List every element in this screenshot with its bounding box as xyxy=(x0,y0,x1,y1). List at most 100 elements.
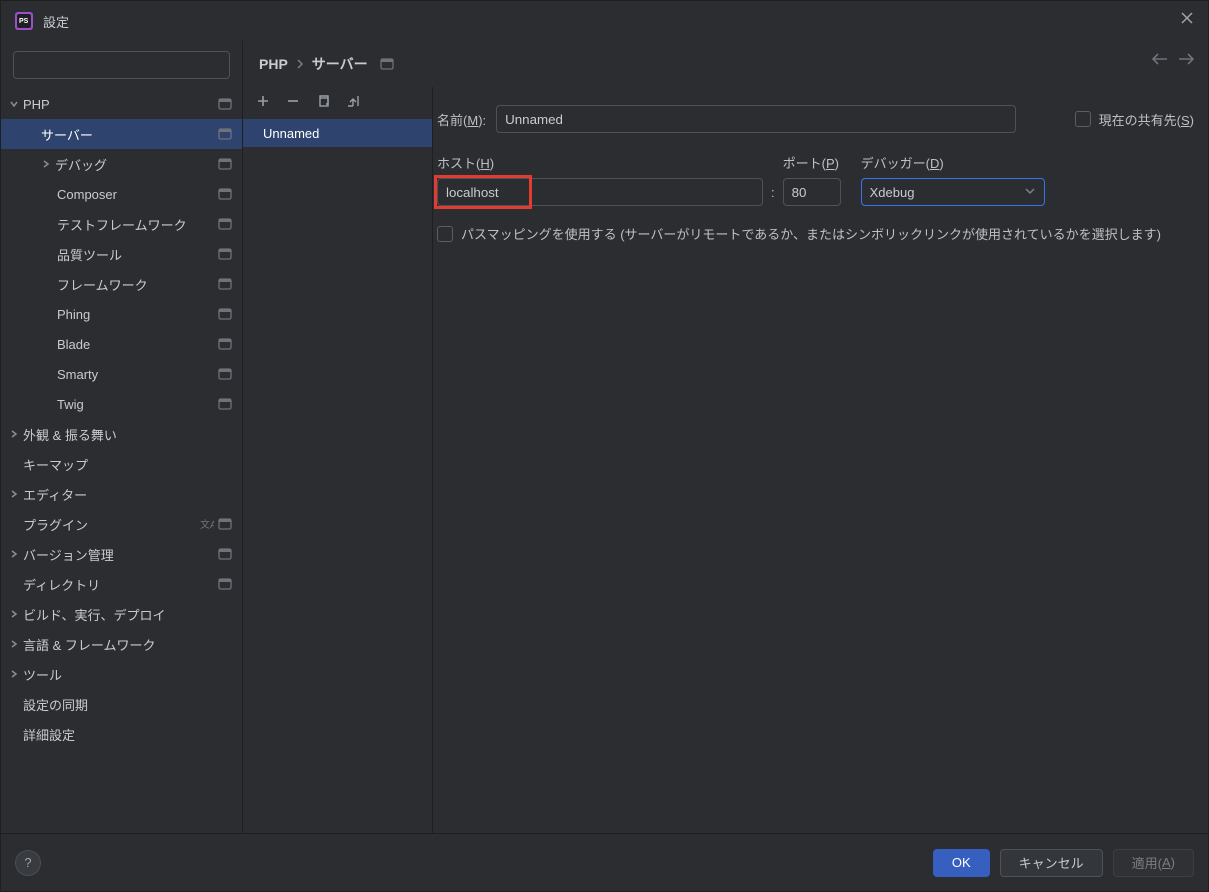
window-title: 設定 xyxy=(43,12,69,31)
back-icon[interactable] xyxy=(1152,53,1168,65)
tree-item[interactable]: 設定の同期 xyxy=(1,689,242,719)
port-label: ポート(P) xyxy=(783,153,841,172)
debugger-select[interactable]: Xdebug xyxy=(861,178,1045,206)
host-label: ホスト(H) xyxy=(437,153,763,172)
chevron-right-icon[interactable] xyxy=(9,549,23,559)
tree-item-label: プラグイン xyxy=(23,515,196,534)
svg-text:PS: PS xyxy=(19,18,29,25)
project-scope-icon xyxy=(218,158,232,170)
project-scope-icon xyxy=(218,518,232,530)
tree-item-label: Smarty xyxy=(57,367,214,382)
tree-item-label: 外観 & 振る舞い xyxy=(23,425,232,444)
tree-item[interactable]: キーマップ xyxy=(1,449,242,479)
tree-item-label: キーマップ xyxy=(23,455,232,474)
breadcrumb: PHP サーバー xyxy=(259,54,394,74)
content-header: PHP サーバー xyxy=(243,41,1208,87)
project-scope-icon xyxy=(218,338,232,350)
nav-actions xyxy=(1152,53,1194,65)
tree-item[interactable]: ビルド、実行、デプロイ xyxy=(1,599,242,629)
svg-text:文A: 文A xyxy=(200,518,214,530)
add-icon[interactable] xyxy=(251,89,275,113)
name-label: 名前(M): xyxy=(437,110,486,129)
debugger-label: デバッガー(D) xyxy=(861,153,1045,172)
tree-item-label: ビルド、実行、デプロイ xyxy=(23,605,232,624)
cancel-button[interactable]: キャンセル xyxy=(1000,849,1103,877)
tree-item[interactable]: テストフレームワーク xyxy=(1,209,242,239)
tree-item-label: Blade xyxy=(57,337,214,352)
path-mapping-checkbox[interactable] xyxy=(437,226,453,242)
search-input[interactable] xyxy=(13,51,230,79)
port-input[interactable] xyxy=(783,178,841,206)
project-scope-icon xyxy=(218,248,232,260)
tree-item-label: エディター xyxy=(23,485,232,504)
chevron-right-icon[interactable] xyxy=(9,669,23,679)
copy-icon[interactable] xyxy=(311,89,335,113)
apply-button[interactable]: 適用(A) xyxy=(1113,849,1194,877)
tree-item[interactable]: エディター xyxy=(1,479,242,509)
tree-item[interactable]: プラグイン文A xyxy=(1,509,242,539)
chevron-down-icon xyxy=(1024,185,1036,197)
tree-item[interactable]: Phing xyxy=(1,299,242,329)
tree-item[interactable]: ディレクトリ xyxy=(1,569,242,599)
search-wrap xyxy=(1,41,242,85)
host-input[interactable] xyxy=(437,178,763,206)
forward-icon[interactable] xyxy=(1178,53,1194,65)
chevron-right-icon xyxy=(296,59,304,69)
tree-item-label: サーバー xyxy=(41,125,214,144)
app-icon: PS xyxy=(15,12,33,30)
remove-icon[interactable] xyxy=(281,89,305,113)
project-scope-icon xyxy=(218,98,232,110)
host-port-separator: : xyxy=(771,185,775,206)
tree-item-label: 詳細設定 xyxy=(23,725,232,744)
chevron-right-icon[interactable] xyxy=(41,159,55,169)
help-button[interactable]: ? xyxy=(15,850,41,876)
import-icon[interactable] xyxy=(341,89,365,113)
tree-item-label: テストフレームワーク xyxy=(57,215,214,234)
project-scope-icon xyxy=(218,308,232,320)
tree-item[interactable]: サーバー xyxy=(1,119,242,149)
tree-item[interactable]: デバッグ xyxy=(1,149,242,179)
project-scope-icon xyxy=(218,548,232,560)
ok-button[interactable]: OK xyxy=(933,849,990,877)
project-scope-icon xyxy=(218,218,232,230)
settings-sidebar: PHP サーバーデバッグ Composer テストフレームワーク品質ツールフレームワー… xyxy=(1,41,243,833)
tree-item[interactable]: Blade xyxy=(1,329,242,359)
tree-item[interactable]: 言語 & フレームワーク xyxy=(1,629,242,659)
dialog-footer: ? OK キャンセル 適用(A) xyxy=(1,833,1208,891)
chevron-right-icon[interactable] xyxy=(9,489,23,499)
tree-item-label: バージョン管理 xyxy=(23,545,214,564)
server-list-item[interactable]: Unnamed xyxy=(243,119,432,147)
title-bar: PS 設定 xyxy=(1,1,1208,41)
chevron-right-icon[interactable] xyxy=(9,429,23,439)
tree-item-label: 品質ツール xyxy=(57,245,214,264)
language-icon: 文A xyxy=(200,518,214,530)
tree-item[interactable]: Composer xyxy=(1,179,242,209)
server-list-panel: Unnamed xyxy=(243,87,433,833)
tree-item[interactable]: ツール xyxy=(1,659,242,689)
chevron-down-icon[interactable] xyxy=(9,99,23,109)
tree-item[interactable]: フレームワーク xyxy=(1,269,242,299)
tree-item-label: 言語 & フレームワーク xyxy=(23,635,232,654)
breadcrumb-root[interactable]: PHP xyxy=(259,56,288,72)
tree-item[interactable]: Twig xyxy=(1,389,242,419)
close-icon[interactable] xyxy=(1180,11,1194,25)
settings-tree[interactable]: PHP サーバーデバッグ Composer テストフレームワーク品質ツールフレームワー… xyxy=(1,85,242,833)
share-checkbox[interactable] xyxy=(1075,111,1091,127)
main-content: PHP サーバーデバッグ Composer テストフレームワーク品質ツールフレームワー… xyxy=(1,41,1208,833)
tree-item-label: デバッグ xyxy=(55,155,214,174)
tree-item-label: Phing xyxy=(57,307,214,322)
server-list: Unnamed xyxy=(243,119,432,833)
project-scope-icon xyxy=(218,398,232,410)
name-input[interactable] xyxy=(496,105,1016,133)
tree-item[interactable]: 外観 & 振る舞い xyxy=(1,419,242,449)
tree-item[interactable]: Smarty xyxy=(1,359,242,389)
chevron-right-icon[interactable] xyxy=(9,609,23,619)
project-scope-icon xyxy=(380,58,394,70)
tree-item[interactable]: バージョン管理 xyxy=(1,539,242,569)
chevron-right-icon[interactable] xyxy=(9,639,23,649)
tree-item[interactable]: 詳細設定 xyxy=(1,719,242,749)
debugger-value: Xdebug xyxy=(870,185,915,200)
tree-item[interactable]: 品質ツール xyxy=(1,239,242,269)
tree-item[interactable]: PHP xyxy=(1,89,242,119)
share-label: 現在の共有先(S) xyxy=(1099,110,1194,129)
